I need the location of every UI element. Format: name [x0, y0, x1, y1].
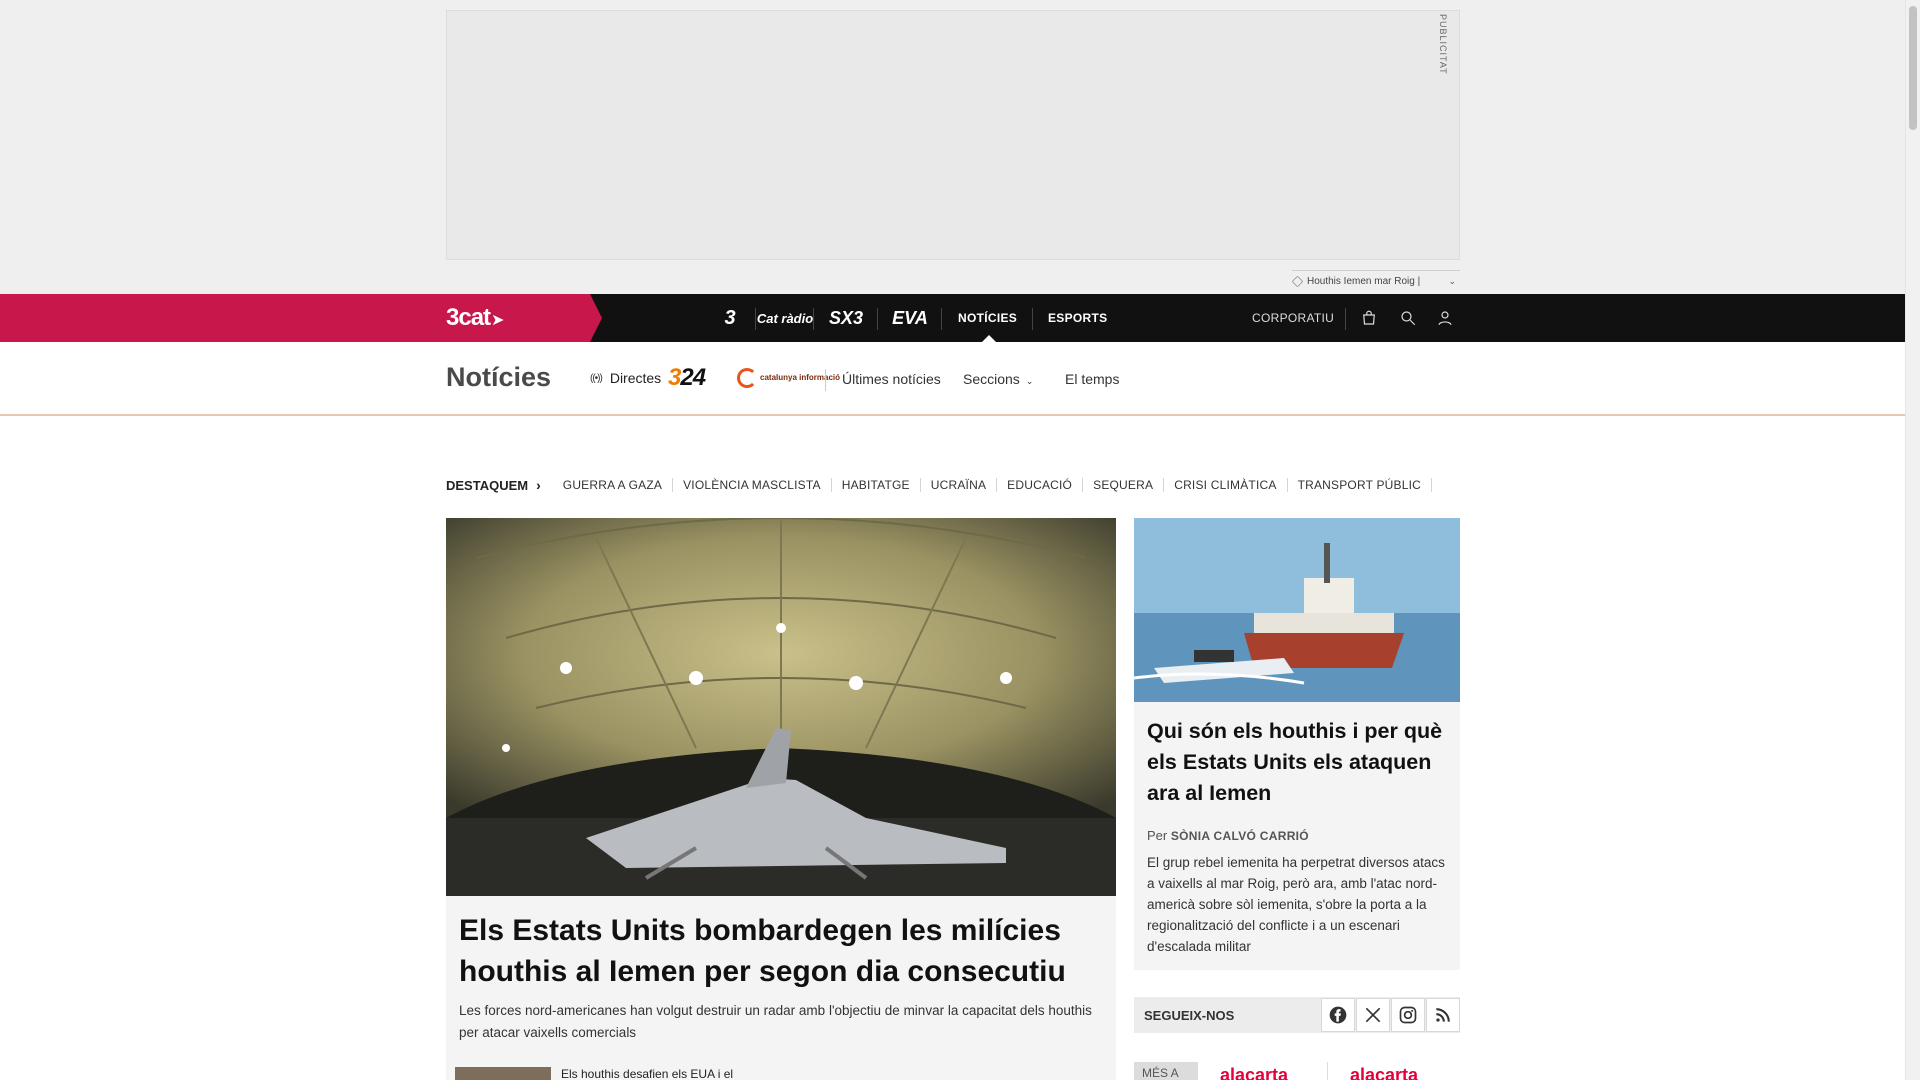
alacarta-tab-mes[interactable]: MÉS A: [1134, 1062, 1198, 1080]
chevron-down-icon: ⌄: [1025, 376, 1034, 386]
tv3-channel-link[interactable]: 3: [704, 294, 756, 342]
alacarta-logo: alacarta: [1350, 1065, 1419, 1080]
destaquem-item[interactable]: HABITATGE: [832, 478, 921, 492]
section-title[interactable]: Notícies: [446, 362, 551, 393]
chevron-right-icon: ›: [536, 477, 541, 493]
hangar-jet-photo: [446, 518, 1116, 896]
destaquem-item[interactable]: SEQUERA: [1083, 478, 1165, 492]
3cat-logo[interactable]: 3cat➤: [446, 304, 504, 332]
tag-icon: [1291, 275, 1304, 288]
main-article-image[interactable]: [446, 518, 1116, 896]
page-scrollbar[interactable]: [1905, 0, 1920, 1080]
tagline-dropdown[interactable]: Houthis Iemen mar Roig | ⌄: [1291, 270, 1460, 292]
side-article-byline: Per SÒNIA CALVÓ CARRIÓ: [1147, 828, 1309, 843]
main-article-lead: Les forces nord-americanes han volgut de…: [459, 1003, 1092, 1040]
destaquem-item[interactable]: UCRAÏNA: [921, 478, 998, 492]
destaquem-item[interactable]: EDUCACIÓ: [997, 478, 1084, 492]
alacarta-widget: MÉS A alacarta alacarta: [1134, 1062, 1460, 1080]
catinfo-text: catalunya informació: [760, 373, 841, 382]
ad-label: PUBLICITAT: [1438, 14, 1448, 75]
destaquem-item[interactable]: TRANSPORT PÚBLIC: [1288, 478, 1433, 492]
sx3-logo-icon: SX3: [828, 307, 864, 328]
destaquem-item[interactable]: VIOLÈNCIA MASCLISTA: [673, 478, 832, 492]
shop-icon[interactable]: [1357, 306, 1381, 330]
destaquem-item[interactable]: GUERRA A GAZA: [553, 478, 674, 492]
nav-divider: [1032, 308, 1033, 330]
follow-us-bar: SEGUEIX-NOS: [1134, 997, 1460, 1033]
seccions-dropdown[interactable]: Seccions ⌄: [963, 371, 1033, 387]
scrollbar-thumb[interactable]: [1909, 6, 1917, 130]
top-bar: 3cat➤ 3 Cat ràdio SX3 EVA NOTÍCIES ESPOR…: [0, 294, 1905, 342]
ship-boat-photo: [1134, 518, 1460, 702]
search-icon[interactable]: [1396, 306, 1420, 330]
logo-text: 3cat: [446, 304, 491, 331]
related-article-title[interactable]: Els houthis desafien els EUA i el: [561, 1067, 733, 1080]
brand-band: [0, 294, 602, 342]
chevron-down-icon: ⌄: [1448, 276, 1456, 286]
related-article[interactable]: Els houthis desafien els EUA i el: [455, 1067, 733, 1080]
side-article-headline[interactable]: Qui són els houthis i per què els Estats…: [1147, 716, 1447, 809]
nav-esports-link[interactable]: ESPORTS: [1048, 294, 1107, 342]
ultimes-noticies-link[interactable]: Últimes notícies: [842, 371, 941, 387]
catradio-channel-link[interactable]: Cat ràdio: [756, 294, 814, 342]
related-article-thumbnail: [455, 1067, 551, 1080]
rss-icon[interactable]: [1426, 998, 1460, 1032]
catinfo-mark-icon: [737, 368, 757, 388]
destaquem-item[interactable]: CRISI CLIMÀTICA: [1164, 478, 1288, 492]
directes-link[interactable]: ((•)) Directes: [590, 370, 661, 386]
page: PUBLICITAT Houthis Iemen mar Roig | ⌄ 3c…: [0, 0, 1920, 1080]
eva-channel-link[interactable]: EVA: [878, 294, 942, 342]
logo-arrow-icon: ➤: [491, 312, 504, 329]
ad-banner[interactable]: [446, 10, 1460, 260]
directes-label: Directes: [609, 370, 662, 386]
byline-prefix: Per: [1147, 828, 1168, 843]
user-icon[interactable]: [1433, 306, 1457, 330]
el-temps-link[interactable]: El temps: [1065, 371, 1119, 387]
seccions-label: Seccions: [963, 371, 1020, 387]
tv3-logo-icon: 3: [724, 306, 736, 329]
324-rest: 24: [680, 364, 706, 391]
main-article-headline[interactable]: Els Estats Units bombardegen les milície…: [459, 910, 1099, 992]
byline-author[interactable]: SÒNIA CALVÓ CARRIÓ: [1171, 829, 1309, 843]
main-article[interactable]: Els Estats Units bombardegen les milície…: [446, 896, 1116, 1080]
live-broadcast-icon: ((•)): [590, 372, 603, 384]
catradio-logo-icon: Cat ràdio: [756, 310, 814, 326]
324-three: 3: [668, 364, 681, 391]
destaquem-title: DESTAQUEM: [446, 477, 529, 493]
follow-us-label: SEGUEIX-NOS: [1144, 1007, 1235, 1023]
ad-zone: PUBLICITAT Houthis Iemen mar Roig | ⌄: [0, 0, 1905, 294]
alacarta-logo: alacarta: [1220, 1065, 1289, 1080]
nav-noticies-link[interactable]: NOTÍCIES: [958, 294, 1017, 342]
x-twitter-icon[interactable]: [1356, 998, 1390, 1032]
eva-logo-icon: EVA: [892, 307, 928, 328]
section-divider: [825, 369, 826, 391]
side-article[interactable]: Qui són els houthis i per què els Estats…: [1134, 702, 1460, 970]
sx3-channel-link[interactable]: SX3: [814, 294, 878, 342]
facebook-icon[interactable]: [1321, 998, 1355, 1032]
nav-divider: [1345, 308, 1346, 330]
nav-corporatiu-link[interactable]: CORPORATIU: [1252, 294, 1334, 342]
side-article-image[interactable]: [1134, 518, 1460, 702]
section-nav: Notícies ((•)) Directes 324 catalunya in…: [0, 342, 1905, 416]
instagram-icon[interactable]: [1391, 998, 1425, 1032]
alacarta-tab-radio[interactable]: alacarta: [1328, 1062, 1460, 1080]
side-article-lead: El grup rebel iemenita ha perpetrat dive…: [1147, 855, 1445, 954]
324-logo[interactable]: 324: [668, 364, 706, 392]
tagline-text: Houthis Iemen mar Roig |: [1307, 276, 1421, 287]
destaquem-bar: DESTAQUEM › GUERRA A GAZA VIOLÈNCIA MASC…: [446, 476, 1433, 494]
alacarta-tab-tv[interactable]: alacarta: [1198, 1062, 1328, 1080]
